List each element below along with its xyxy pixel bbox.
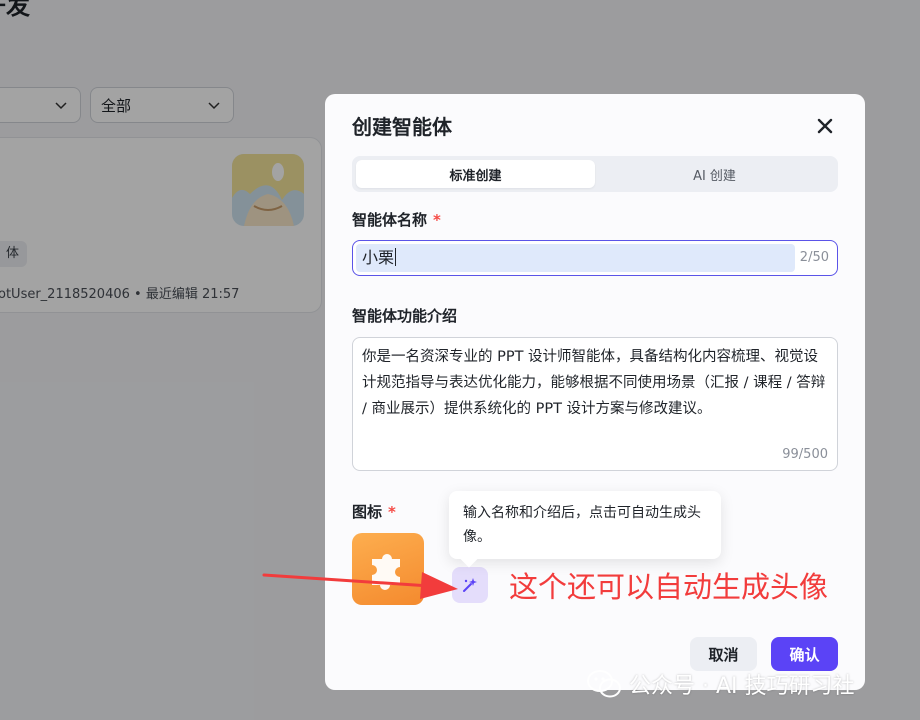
name-label: 智能体名称 * — [352, 209, 441, 230]
sparkle-icon — [463, 578, 477, 592]
tooltip-arrow — [460, 550, 478, 568]
watermark-text: 公众号 · AI 技巧研习社 — [629, 674, 855, 699]
icon-label: 图标 * — [352, 501, 396, 522]
agent-description-textarea[interactable]: 你是一名资深专业的 PPT 设计师智能体，具备结构化内容梳理、视觉设计规范指导与… — [352, 337, 838, 471]
desc-label: 智能体功能介绍 — [352, 307, 458, 325]
name-char-count: 2/50 — [799, 250, 829, 265]
tab-ai-create[interactable]: AI 创建 — [595, 160, 834, 188]
confirm-button[interactable]: 确认 — [771, 637, 838, 671]
agent-name-value: 小栗 — [356, 244, 795, 272]
required-mark: * — [388, 503, 396, 521]
watermark: 公众号 · AI 技巧研习社 — [587, 668, 855, 700]
agent-description-text: 你是一名资深专业的 PPT 设计师智能体，具备结构化内容梳理、视觉设计规范指导与… — [362, 349, 826, 417]
agent-name-input[interactable]: 小栗 2/50 — [352, 240, 838, 276]
icon-label-text: 图标 — [352, 503, 383, 521]
wechat-icon — [587, 670, 621, 698]
text-caret — [395, 248, 397, 266]
agent-name-text: 小栗 — [362, 248, 395, 267]
name-label-text: 智能体名称 — [352, 211, 428, 229]
cancel-button[interactable]: 取消 — [690, 637, 757, 671]
annotation-text: 这个还可以自动生成头像 — [509, 570, 829, 604]
tooltip-text: 输入名称和介绍后，点击可自动生成头像。 — [463, 505, 701, 545]
desc-char-count: 99/500 — [782, 447, 828, 462]
required-mark: * — [433, 211, 441, 229]
auto-avatar-tooltip: 输入名称和介绍后，点击可自动生成头像。 — [449, 491, 721, 568]
close-icon[interactable] — [815, 116, 835, 136]
arrow-icon — [262, 572, 458, 599]
create-mode-tabs: 标准创建 AI 创建 — [352, 156, 838, 192]
tab-standard-create[interactable]: 标准创建 — [356, 160, 595, 188]
modal-title: 创建智能体 — [352, 115, 452, 139]
